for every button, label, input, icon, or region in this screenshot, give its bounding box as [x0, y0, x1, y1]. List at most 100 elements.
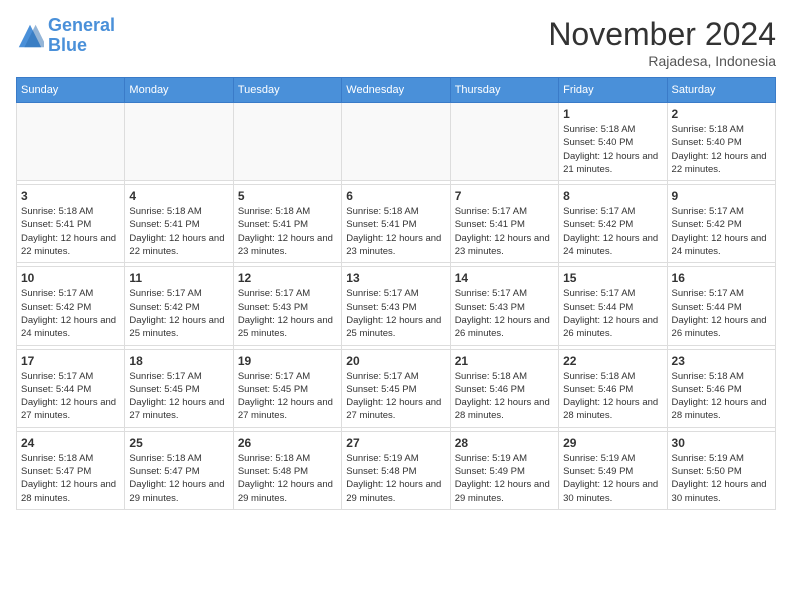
table-row [233, 103, 341, 181]
table-row: 14Sunrise: 5:17 AMSunset: 5:43 PMDayligh… [450, 267, 558, 345]
location: Rajadesa, Indonesia [548, 53, 776, 69]
table-row: 8 Sunrise: 5:17 AMSunset: 5:42 PMDaylight… [559, 185, 667, 263]
day-number: 2 [672, 107, 771, 121]
table-row: 22 Sunrise: 5:18 AMSunset: 5:46 PMDayligh… [559, 349, 667, 427]
logo: GeneralBlue [16, 16, 115, 56]
day-number: 26 [238, 436, 337, 450]
header-saturday: Saturday [667, 78, 775, 103]
day-info: Sunrise: 5:17 AMSunset: 5:44 PMDaylight:… [672, 287, 771, 340]
day-info: Sunrise: 5:18 AMSunset: 5:41 PMDaylight:… [21, 205, 120, 258]
day-info: Sunrise: 5:17 AMSunset: 5:44 PMDaylight:… [21, 370, 120, 423]
day-number: 27 [346, 436, 445, 450]
logo-icon [16, 22, 44, 50]
table-row: 11 Sunrise: 5:17 AMSunset: 5:42 PMDayligh… [125, 267, 233, 345]
day-number: 15 [563, 271, 662, 285]
day-info: Sunrise: 5:19 AMSunset: 5:48 PMDaylight:… [346, 452, 445, 505]
table-row: 24 Sunrise: 5:18 AMSunset: 5:47 PMDayligh… [17, 431, 125, 509]
day-number: 11 [129, 271, 228, 285]
day-number: 5 [238, 189, 337, 203]
day-info: Sunrise: 5:17 AMSunset: 5:43 PMDaylight:… [346, 287, 445, 340]
header-sunday: Sunday [17, 78, 125, 103]
calendar: Sunday Monday Tuesday Wednesday Thursday… [16, 77, 776, 510]
table-row: 18 Sunrise: 5:17 AMSunset: 5:45 PMDayligh… [125, 349, 233, 427]
day-number: 4 [129, 189, 228, 203]
logo-text: GeneralBlue [48, 16, 115, 56]
day-number: 18 [129, 354, 228, 368]
table-row: 3Sunrise: 5:18 AMSunset: 5:41 PMDaylight… [17, 185, 125, 263]
day-number: 1 [563, 107, 662, 121]
calendar-week-row: 3Sunrise: 5:18 AMSunset: 5:41 PMDaylight… [17, 185, 776, 263]
day-number: 21 [455, 354, 554, 368]
day-info: Sunrise: 5:18 AMSunset: 5:40 PMDaylight:… [563, 123, 662, 176]
day-info: Sunrise: 5:18 AMSunset: 5:41 PMDaylight:… [129, 205, 228, 258]
header: GeneralBlue November 2024 Rajadesa, Indo… [16, 16, 776, 69]
day-number: 16 [672, 271, 771, 285]
day-info: Sunrise: 5:19 AMSunset: 5:49 PMDaylight:… [455, 452, 554, 505]
day-number: 9 [672, 189, 771, 203]
table-row: 20Sunrise: 5:17 AMSunset: 5:45 PMDayligh… [342, 349, 450, 427]
calendar-week-row: 10 Sunrise: 5:17 AMSunset: 5:42 PMDayligh… [17, 267, 776, 345]
day-number: 8 [563, 189, 662, 203]
table-row: 28 Sunrise: 5:19 AMSunset: 5:49 PMDayligh… [450, 431, 558, 509]
day-number: 19 [238, 354, 337, 368]
day-info: Sunrise: 5:18 AMSunset: 5:40 PMDaylight:… [672, 123, 771, 176]
day-info: Sunrise: 5:17 AMSunset: 5:41 PMDaylight:… [455, 205, 554, 258]
header-tuesday: Tuesday [233, 78, 341, 103]
table-row: 30 Sunrise: 5:19 AMSunset: 5:50 PMDayligh… [667, 431, 775, 509]
table-row: 15Sunrise: 5:17 AMSunset: 5:44 PMDayligh… [559, 267, 667, 345]
table-row: 26 Sunrise: 5:18 AMSunset: 5:48 PMDayligh… [233, 431, 341, 509]
table-row: 7 Sunrise: 5:17 AMSunset: 5:41 PMDaylight… [450, 185, 558, 263]
day-info: Sunrise: 5:17 AMSunset: 5:42 PMDaylight:… [21, 287, 120, 340]
table-row: 12 Sunrise: 5:17 AMSunset: 5:43 PMDayligh… [233, 267, 341, 345]
table-row [450, 103, 558, 181]
table-row: 10 Sunrise: 5:17 AMSunset: 5:42 PMDayligh… [17, 267, 125, 345]
header-friday: Friday [559, 78, 667, 103]
day-number: 29 [563, 436, 662, 450]
table-row: 4 Sunrise: 5:18 AMSunset: 5:41 PMDaylight… [125, 185, 233, 263]
day-info: Sunrise: 5:17 AMSunset: 5:43 PMDaylight:… [238, 287, 337, 340]
day-info: Sunrise: 5:19 AMSunset: 5:50 PMDaylight:… [672, 452, 771, 505]
day-number: 12 [238, 271, 337, 285]
day-info: Sunrise: 5:18 AMSunset: 5:48 PMDaylight:… [238, 452, 337, 505]
header-monday: Monday [125, 78, 233, 103]
day-info: Sunrise: 5:18 AMSunset: 5:47 PMDaylight:… [21, 452, 120, 505]
table-row: 6 Sunrise: 5:18 AMSunset: 5:41 PMDaylight… [342, 185, 450, 263]
day-info: Sunrise: 5:17 AMSunset: 5:42 PMDaylight:… [563, 205, 662, 258]
day-info: Sunrise: 5:17 AMSunset: 5:45 PMDaylight:… [129, 370, 228, 423]
day-number: 28 [455, 436, 554, 450]
day-number: 13 [346, 271, 445, 285]
calendar-header-row: Sunday Monday Tuesday Wednesday Thursday… [17, 78, 776, 103]
table-row [125, 103, 233, 181]
day-number: 7 [455, 189, 554, 203]
day-info: Sunrise: 5:17 AMSunset: 5:42 PMDaylight:… [129, 287, 228, 340]
day-number: 6 [346, 189, 445, 203]
month-title: November 2024 [548, 16, 776, 53]
table-row: 1 Sunrise: 5:18 AMSunset: 5:40 PMDaylight… [559, 103, 667, 181]
day-info: Sunrise: 5:19 AMSunset: 5:49 PMDaylight:… [563, 452, 662, 505]
day-info: Sunrise: 5:18 AMSunset: 5:46 PMDaylight:… [672, 370, 771, 423]
table-row: 2 Sunrise: 5:18 AMSunset: 5:40 PMDaylight… [667, 103, 775, 181]
calendar-week-row: 17 Sunrise: 5:17 AMSunset: 5:44 PMDayligh… [17, 349, 776, 427]
day-info: Sunrise: 5:18 AMSunset: 5:41 PMDaylight:… [238, 205, 337, 258]
day-number: 17 [21, 354, 120, 368]
day-number: 14 [455, 271, 554, 285]
calendar-week-row: 1 Sunrise: 5:18 AMSunset: 5:40 PMDaylight… [17, 103, 776, 181]
day-info: Sunrise: 5:18 AMSunset: 5:41 PMDaylight:… [346, 205, 445, 258]
day-info: Sunrise: 5:17 AMSunset: 5:42 PMDaylight:… [672, 205, 771, 258]
day-info: Sunrise: 5:17 AMSunset: 5:45 PMDaylight:… [238, 370, 337, 423]
day-number: 24 [21, 436, 120, 450]
table-row [17, 103, 125, 181]
day-info: Sunrise: 5:18 AMSunset: 5:46 PMDaylight:… [563, 370, 662, 423]
day-number: 22 [563, 354, 662, 368]
day-number: 23 [672, 354, 771, 368]
day-number: 20 [346, 354, 445, 368]
day-number: 30 [672, 436, 771, 450]
table-row: 27 Sunrise: 5:19 AMSunset: 5:48 PMDayligh… [342, 431, 450, 509]
day-info: Sunrise: 5:18 AMSunset: 5:46 PMDaylight:… [455, 370, 554, 423]
title-area: November 2024 Rajadesa, Indonesia [548, 16, 776, 69]
table-row: 21 Sunrise: 5:18 AMSunset: 5:46 PMDayligh… [450, 349, 558, 427]
header-thursday: Thursday [450, 78, 558, 103]
table-row: 29 Sunrise: 5:19 AMSunset: 5:49 PMDayligh… [559, 431, 667, 509]
table-row: 17 Sunrise: 5:17 AMSunset: 5:44 PMDayligh… [17, 349, 125, 427]
day-number: 10 [21, 271, 120, 285]
